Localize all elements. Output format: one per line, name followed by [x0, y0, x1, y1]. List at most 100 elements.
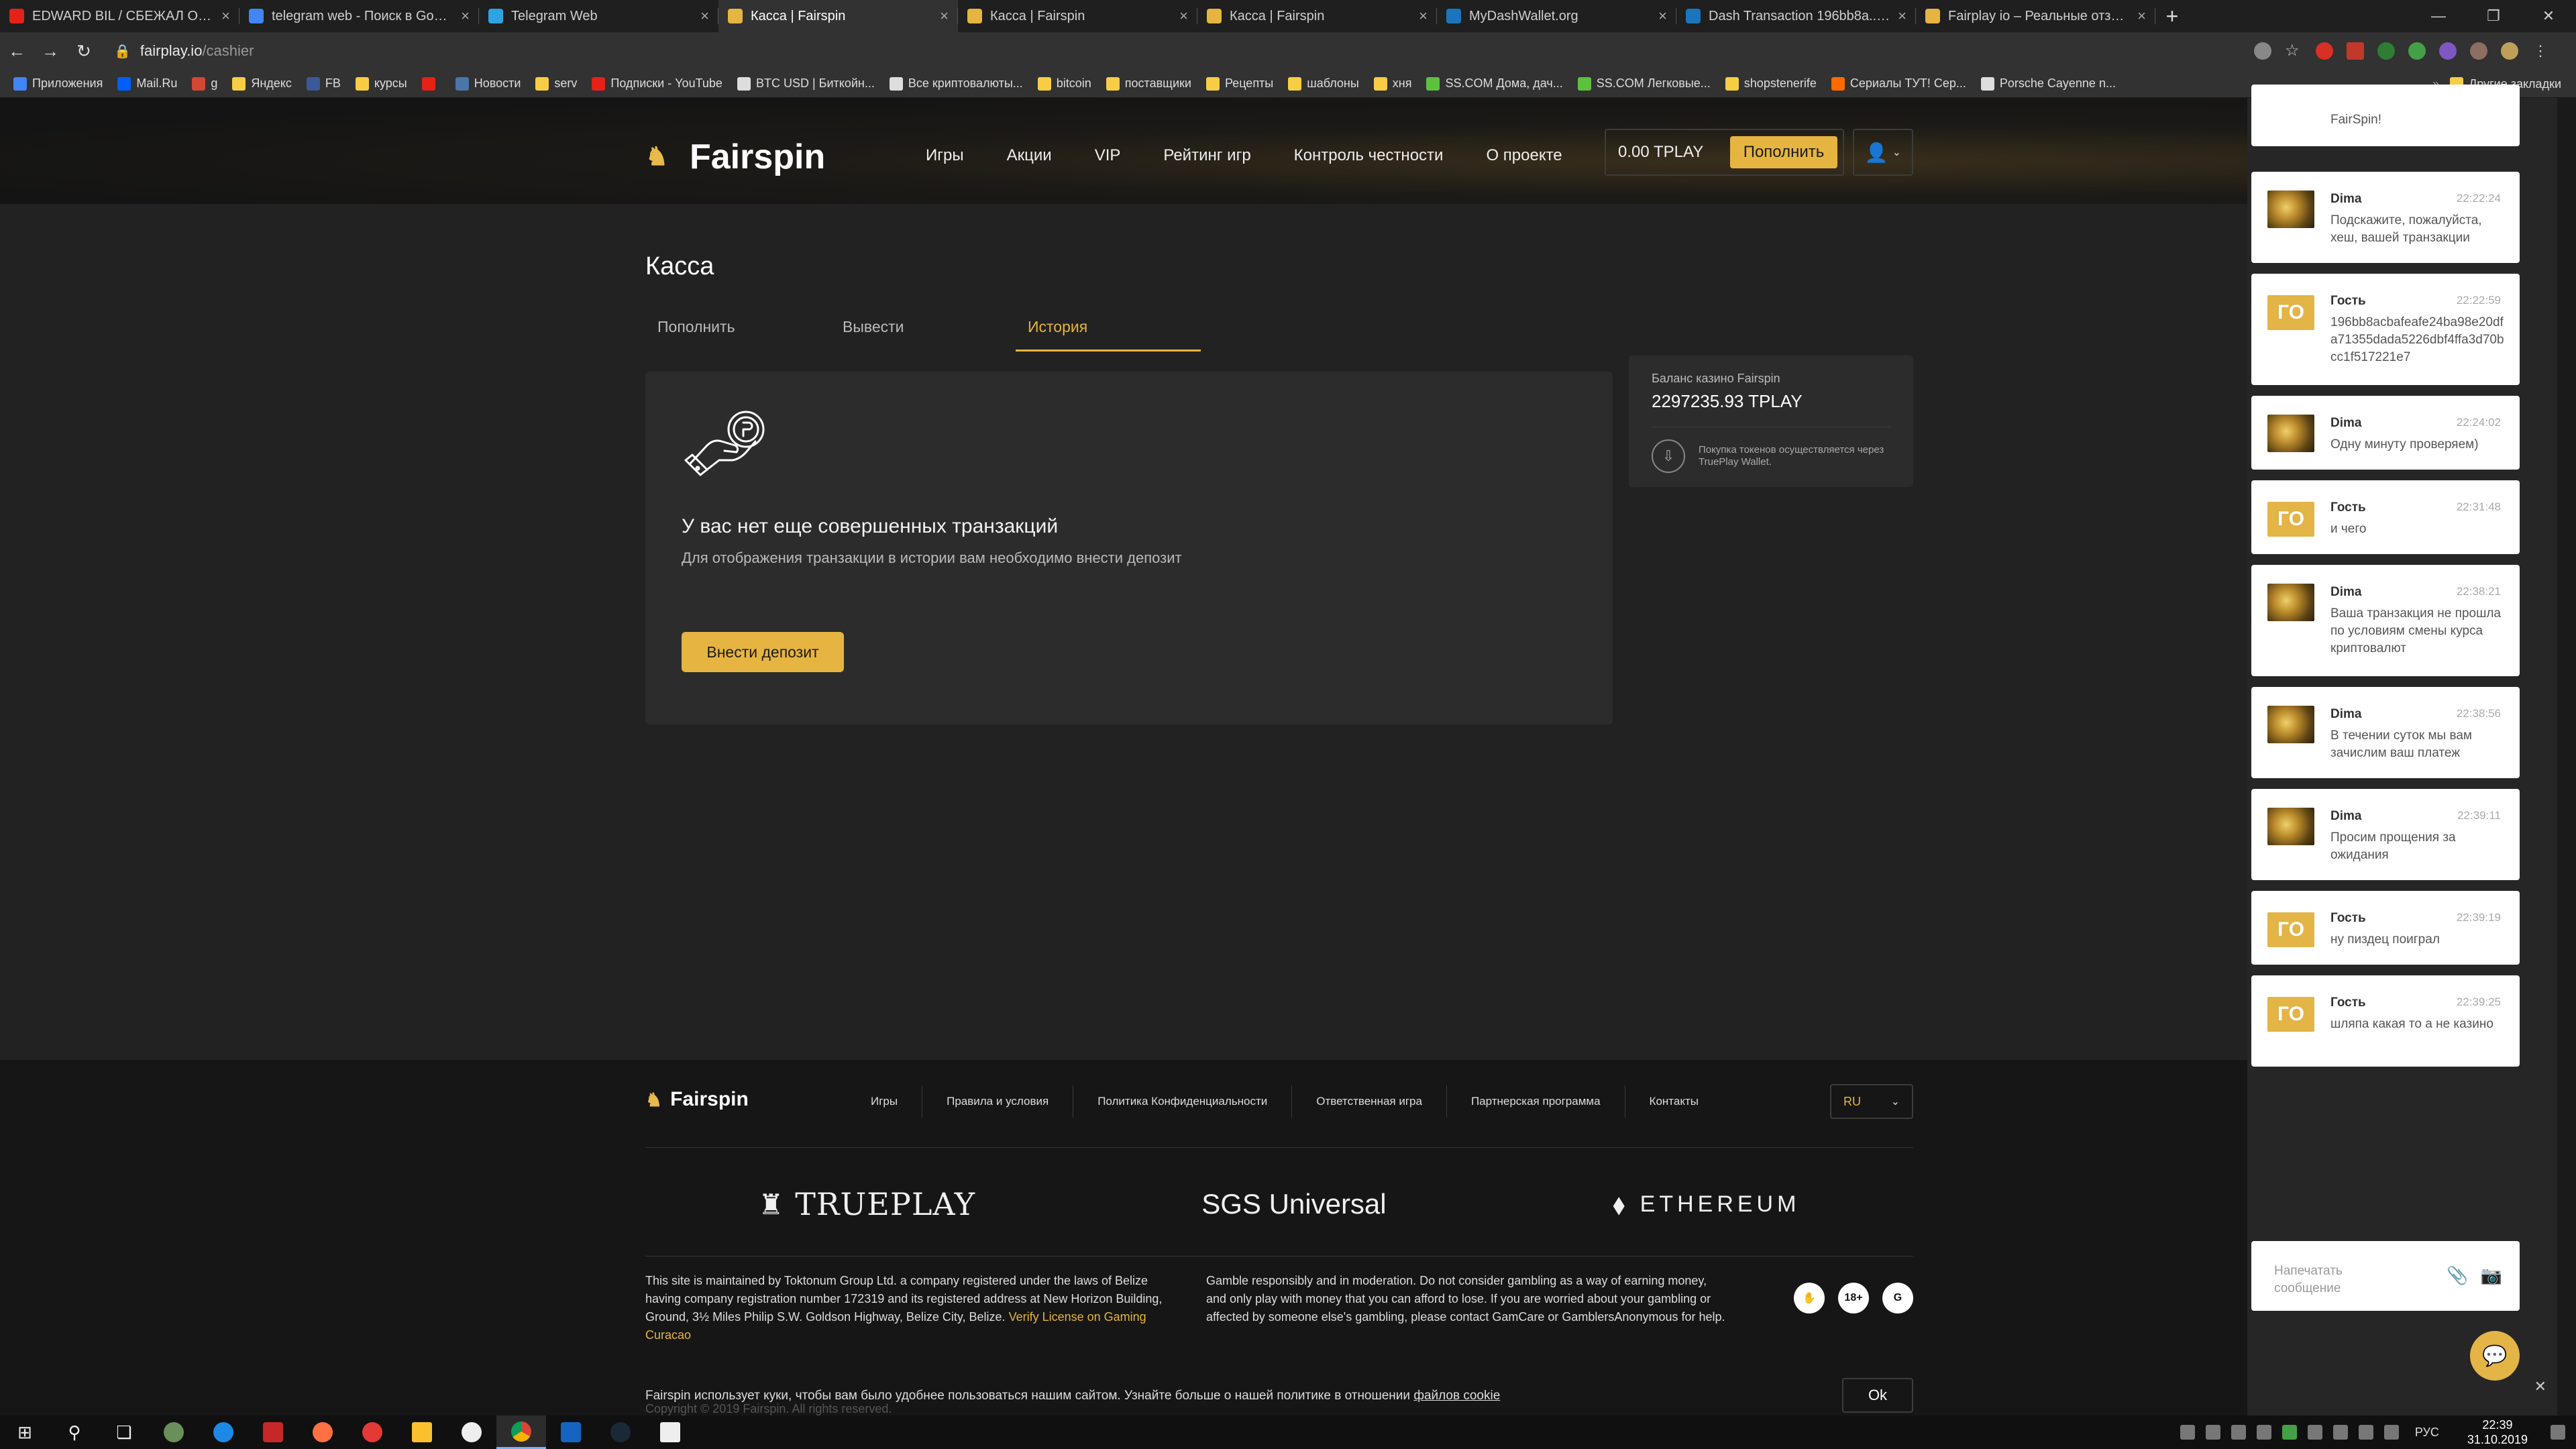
cookie-ok-button[interactable]: Ok: [1842, 1378, 1913, 1413]
bookmark-item[interactable]: Подписки - YouTube: [592, 76, 722, 91]
nav-item-promotions[interactable]: Акции: [1007, 146, 1052, 165]
new-tab-button[interactable]: +: [2155, 0, 2189, 32]
extension-icon[interactable]: [2316, 42, 2333, 60]
restore-icon[interactable]: ❐: [2466, 0, 2521, 32]
tray-icon[interactable]: [2180, 1425, 2195, 1440]
minimize-icon[interactable]: —: [2411, 0, 2466, 32]
extension-icon[interactable]: [2347, 42, 2364, 60]
footer-link-privacy[interactable]: Политика Конфиденциальности: [1073, 1085, 1293, 1118]
profile-avatar[interactable]: [2501, 42, 2518, 60]
firefox-icon[interactable]: [298, 1415, 347, 1449]
bookmark-item[interactable]: курсы: [355, 76, 407, 91]
nav-item-vip[interactable]: VIP: [1095, 146, 1121, 165]
nav-item-game-rating[interactable]: Рейтинг игр: [1163, 146, 1250, 165]
volume-icon[interactable]: [2383, 1425, 2399, 1440]
tab-close-icon[interactable]: ×: [700, 7, 709, 25]
footer-link-terms[interactable]: Правила и условия: [922, 1085, 1074, 1118]
tab-deposit[interactable]: Пополнить: [645, 318, 830, 352]
nav-item-fairness[interactable]: Контроль честности: [1294, 146, 1444, 165]
browser-tab[interactable]: Касса | Fairspin ×: [718, 0, 958, 32]
bookmark-item[interactable]: bitcoin: [1037, 76, 1091, 91]
cookie-policy-link[interactable]: файлов cookie: [1413, 1389, 1500, 1403]
browser-tab[interactable]: Telegram Web ×: [479, 0, 718, 32]
close-window-icon[interactable]: ✕: [2521, 0, 2576, 32]
tab-close-icon[interactable]: ×: [1179, 7, 1188, 25]
tab-withdraw[interactable]: Вывести: [830, 318, 1016, 352]
footer-link-affiliate[interactable]: Партнерская программа: [1447, 1085, 1625, 1118]
footer-logo[interactable]: ♞ Fairspin: [645, 1088, 749, 1111]
reload-icon[interactable]: ↻: [67, 41, 101, 62]
bookmark-item[interactable]: хня: [1373, 76, 1411, 91]
footer-link-responsible[interactable]: Ответственная игра: [1292, 1085, 1447, 1118]
chat-close-icon[interactable]: ✕: [2534, 1378, 2546, 1395]
opera-icon[interactable]: [347, 1415, 397, 1449]
attach-icon[interactable]: 📎: [2447, 1265, 2468, 1286]
tab-close-icon[interactable]: ×: [940, 7, 949, 25]
steam-icon[interactable]: [596, 1415, 645, 1449]
browser-tab[interactable]: telegram web - Поиск в Google ×: [239, 0, 479, 32]
browser-tab[interactable]: Касса | Fairspin ×: [958, 0, 1197, 32]
input-language[interactable]: РУС: [2404, 1426, 2450, 1440]
bookmark-item[interactable]: Рецепты: [1205, 76, 1273, 91]
browser-tab[interactable]: EDWARD BIL / СБЕЖАЛ ОТ ГОПНИКОВ ×: [0, 0, 239, 32]
tab-close-icon[interactable]: ×: [221, 7, 230, 25]
bookmark-item[interactable]: shopstenerife: [1725, 76, 1817, 91]
tray-icon[interactable]: [2231, 1425, 2246, 1440]
bookmark-item[interactable]: Porsche Cayenne n...: [1980, 76, 2116, 91]
bookmark-item[interactable]: serv: [535, 76, 577, 91]
footer-link-games[interactable]: Игры: [847, 1085, 923, 1118]
page-scrollbar[interactable]: [2557, 98, 2576, 1415]
back-icon[interactable]: ←: [0, 41, 34, 62]
age-18-icon[interactable]: 18+: [1838, 1283, 1869, 1313]
site-logo[interactable]: ♞ Fairspin: [645, 137, 825, 177]
bookmark-item[interactable]: Приложения: [13, 76, 103, 91]
bookmark-item[interactable]: FB: [306, 76, 341, 91]
bookmark-item[interactable]: поставщики: [1106, 76, 1191, 91]
gamcare-icon[interactable]: G: [1882, 1283, 1913, 1313]
search-icon[interactable]: ⚲: [50, 1415, 99, 1449]
address-bar[interactable]: 🔒 fairplay.io/cashier: [114, 38, 2254, 64]
user-menu-button[interactable]: 👤 ⌄: [1853, 129, 1913, 176]
footer-link-contacts[interactable]: Контакты: [1625, 1085, 1723, 1118]
extension-icon[interactable]: [2439, 42, 2457, 60]
bookmark-item[interactable]: SS.COM Легковые...: [1577, 76, 1711, 91]
system-clock[interactable]: 22:39 31.10.2019: [2450, 1417, 2545, 1447]
nav-item-about[interactable]: О проекте: [1486, 146, 1562, 165]
chat-toggle-button[interactable]: 💬: [2470, 1331, 2520, 1381]
extension-icon[interactable]: [2254, 42, 2271, 60]
tab-history[interactable]: История: [1016, 318, 1201, 352]
tray-icon[interactable]: [2282, 1425, 2297, 1440]
yandex-browser-icon[interactable]: [447, 1415, 496, 1449]
tab-close-icon[interactable]: ×: [1419, 7, 1428, 25]
chat-input[interactable]: Напечатать сообщение 📎 📷: [2251, 1241, 2520, 1311]
camera-icon[interactable]: 📷: [2481, 1265, 2502, 1286]
bookmark-star-icon[interactable]: ☆: [2285, 42, 2302, 60]
tray-icon[interactable]: [2256, 1425, 2271, 1440]
bookmark-item[interactable]: Новости: [455, 76, 521, 91]
task-view-icon[interactable]: ❏: [99, 1415, 149, 1449]
bookmark-item[interactable]: Все криптовалюты...: [889, 76, 1023, 91]
menu-dots-icon[interactable]: ⋮: [2532, 42, 2549, 60]
tab-close-icon[interactable]: ×: [1898, 7, 1907, 25]
bookmark-item[interactable]: Сериалы ТУТ! Сер...: [1831, 76, 1966, 91]
file-explorer-icon[interactable]: [397, 1415, 447, 1449]
forward-icon[interactable]: →: [34, 41, 67, 62]
app-icon[interactable]: [645, 1415, 695, 1449]
browser-tab[interactable]: Касса | Fairspin ×: [1197, 0, 1437, 32]
extension-icon[interactable]: [2377, 42, 2395, 60]
tab-close-icon[interactable]: ×: [1658, 7, 1667, 25]
windows-start-icon[interactable]: ⊞: [0, 1415, 50, 1449]
browser-tab[interactable]: Fairplay io – Реальные отзывы и... ×: [1916, 0, 2155, 32]
tray-icon[interactable]: [2307, 1425, 2322, 1440]
app-icon[interactable]: [546, 1415, 596, 1449]
extension-icon[interactable]: [2470, 42, 2487, 60]
bookmark-item[interactable]: Mail.Ru: [117, 76, 177, 91]
edge-icon[interactable]: [199, 1415, 248, 1449]
bookmark-item[interactable]: [421, 76, 441, 91]
bookmark-item[interactable]: SS.COM Дома, дач...: [1426, 76, 1563, 91]
app-icon[interactable]: [149, 1415, 199, 1449]
language-select[interactable]: RU ⌄: [1830, 1084, 1913, 1119]
header-deposit-button[interactable]: Пополнить: [1730, 136, 1837, 168]
bookmark-item[interactable]: шаблоны: [1288, 76, 1359, 91]
chrome-icon[interactable]: [496, 1415, 546, 1449]
